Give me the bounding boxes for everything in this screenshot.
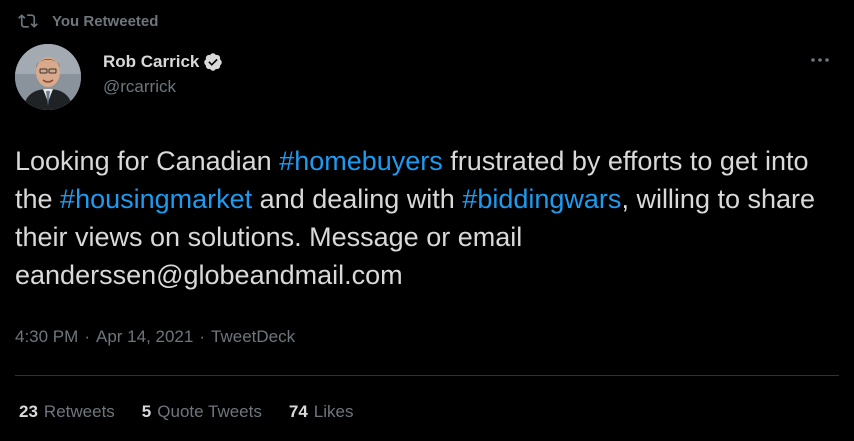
tweet-card: You Retweeted Rob Carrick @rcarrick Look… — [0, 0, 854, 441]
more-icon[interactable] — [805, 48, 835, 72]
likes-count: 74 — [288, 402, 308, 421]
divider — [15, 375, 839, 376]
likes-stat[interactable]: 74 Likes — [289, 402, 354, 422]
quote-tweets-stat[interactable]: 5 Quote Tweets — [142, 402, 262, 422]
author-name[interactable]: Rob Carrick — [103, 52, 199, 72]
hashtag-link[interactable]: #housingmarket — [60, 184, 252, 214]
retweet-icon — [18, 11, 38, 31]
tweet-source[interactable]: TweetDeck — [211, 327, 295, 347]
tweet-text-segment: Looking for Canadian — [15, 146, 280, 176]
retweet-banner: You Retweeted — [18, 9, 158, 33]
tweet-date[interactable]: Apr 14, 2021 — [96, 327, 193, 347]
tweet-text-segment: and dealing with — [252, 184, 463, 214]
likes-label: Likes — [313, 402, 354, 421]
verified-badge-icon — [203, 52, 223, 72]
author-handle[interactable]: @rcarrick — [103, 77, 223, 97]
quote-tweets-label: Quote Tweets — [157, 402, 262, 421]
retweets-label: Retweets — [43, 402, 115, 421]
retweets-stat[interactable]: 23 Retweets — [19, 402, 115, 422]
retweet-banner-text: You Retweeted — [52, 12, 159, 30]
tweet-text: Looking for Canadian #homebuyers frustra… — [15, 142, 845, 294]
author-block: Rob Carrick @rcarrick — [103, 50, 223, 97]
quote-tweets-count: 5 — [141, 402, 152, 421]
tweet-stats: 23 Retweets 5 Quote Tweets 74 Likes — [19, 402, 380, 422]
tweet-header: Rob Carrick @rcarrick — [15, 44, 839, 110]
display-name-row: Rob Carrick — [103, 50, 223, 74]
retweets-count: 23 — [19, 402, 38, 421]
hashtag-link[interactable]: #homebuyers — [279, 146, 443, 176]
tweet-time[interactable]: 4:30 PM — [15, 327, 78, 347]
meta-separator: · — [199, 327, 206, 346]
meta-separator: · — [84, 327, 90, 346]
hashtag-link[interactable]: #biddingwars — [462, 184, 621, 214]
avatar[interactable] — [15, 44, 81, 110]
tweet-meta: 4:30 PM · Apr 14, 2021 · TweetDeck — [15, 327, 295, 347]
